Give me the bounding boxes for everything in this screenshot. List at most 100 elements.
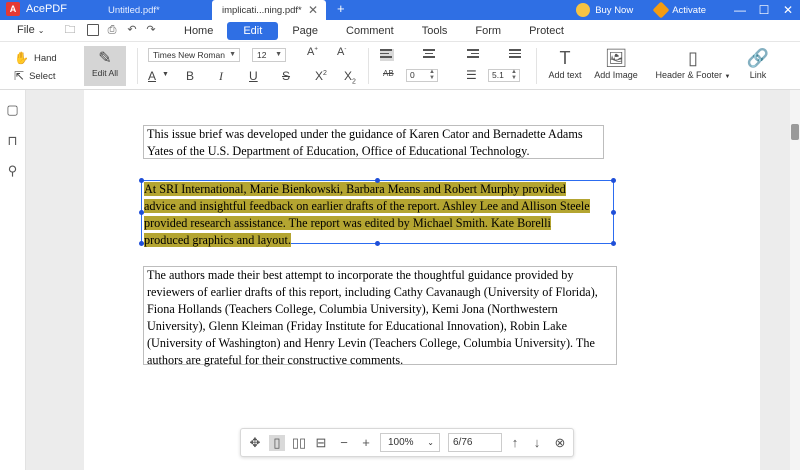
character-spacing-icon: AB — [383, 69, 394, 78]
justify-icon[interactable] — [509, 49, 523, 61]
resize-handle[interactable] — [139, 178, 144, 183]
bold-icon[interactable]: B — [186, 69, 194, 83]
subscript-icon[interactable]: X2 — [344, 69, 356, 85]
file-menu-label: File — [17, 24, 35, 36]
font-family-select[interactable]: Times New Roman ▼ — [148, 48, 240, 62]
cursor-icon: ⇱ — [14, 69, 25, 83]
line-spacing-icon: ☰ — [466, 68, 477, 82]
close-tab-icon[interactable]: ✕ — [308, 3, 318, 17]
save-icon[interactable] — [87, 24, 99, 36]
resize-handle[interactable] — [611, 210, 616, 215]
align-right-icon[interactable] — [467, 49, 481, 61]
page-navigation-bar: ✥ ▯ ▯▯ ⊟ − + 100% ⌄ 6/76 ↑ ↓ ⊗ — [240, 428, 574, 457]
add-image-label: Add Image — [594, 70, 638, 80]
text-block-2-selected[interactable]: At SRI International, Marie Bienkowski, … — [141, 180, 614, 247]
move-icon[interactable]: ✥ — [247, 435, 263, 451]
resize-handle[interactable] — [139, 210, 144, 215]
zoom-in-icon[interactable]: + — [358, 435, 374, 451]
image-icon: 🖼 — [604, 48, 628, 68]
chevron-down-icon: ⌄ — [37, 26, 45, 35]
hand-icon: ✋ — [14, 51, 29, 65]
italic-icon[interactable]: I — [219, 69, 223, 84]
tab-tools[interactable]: Tools — [408, 20, 462, 42]
open-folder-icon[interactable]: 🗀 — [64, 24, 76, 36]
zoom-select[interactable]: 100% ⌄ — [380, 433, 440, 452]
font-size-select[interactable]: 12 ▼ — [252, 48, 286, 62]
buy-now-button[interactable]: Buy Now — [576, 3, 633, 17]
tab-home[interactable]: Home — [170, 20, 227, 42]
tab-comment[interactable]: Comment — [332, 20, 408, 42]
divider — [536, 48, 537, 84]
superscript-icon[interactable]: X2 — [315, 69, 327, 83]
activate-button[interactable]: Activate — [652, 1, 706, 19]
fit-height-icon[interactable]: ⊟ — [313, 435, 329, 451]
resize-handle[interactable] — [375, 241, 380, 246]
document-workarea: This issue brief was developed under the… — [26, 90, 800, 470]
dropdown-icon[interactable]: ▼ — [162, 71, 169, 78]
single-page-icon[interactable]: ▯ — [269, 435, 285, 451]
link-button[interactable]: 🔗 Link — [744, 46, 772, 80]
page-number-input[interactable]: 6/76 — [448, 433, 502, 452]
resize-handle[interactable] — [611, 241, 616, 246]
decrease-font-icon[interactable]: A- — [337, 46, 346, 58]
hand-tool[interactable]: ✋ Hand — [14, 51, 57, 65]
undo-icon[interactable]: ↶ — [126, 24, 138, 36]
close-window-button[interactable]: ✕ — [776, 3, 800, 17]
tab-edit[interactable]: Edit — [227, 22, 279, 40]
vertical-scrollbar[interactable] — [790, 90, 800, 470]
add-image-button[interactable]: 🖼 Add Image — [593, 46, 639, 80]
spinner-icon[interactable]: ▲ ▼ — [429, 69, 435, 81]
file-menu[interactable]: File ⌄ — [17, 24, 45, 36]
search-icon[interactable]: ⚲ — [5, 163, 20, 178]
add-text-button[interactable]: T Add text — [545, 46, 585, 80]
maximize-button[interactable]: ☐ — [752, 3, 776, 17]
paragraph-text: The authors made their best attempt to i… — [147, 268, 598, 367]
font-color-icon[interactable]: A — [148, 69, 156, 83]
tab-implications[interactable]: implicati...ning.pdf* ✕ — [212, 0, 326, 20]
minimize-button[interactable]: — — [728, 3, 752, 17]
header-footer-button[interactable]: ▯ Header & Footer ▼ — [655, 46, 731, 80]
print-icon[interactable]: ⎙ — [106, 24, 118, 36]
text-block-1[interactable]: This issue brief was developed under the… — [143, 125, 604, 159]
line-spacing-input[interactable]: 5.1 ▲ ▼ — [488, 69, 520, 82]
header-footer-label: Header & Footer — [655, 70, 723, 80]
font-family-value: Times New Roman — [153, 50, 225, 60]
next-page-icon[interactable]: ↓ — [529, 435, 545, 451]
previous-page-icon[interactable]: ↑ — [507, 435, 523, 451]
tab-page[interactable]: Page — [278, 20, 332, 42]
edit-all-button[interactable]: ✎ Edit All — [84, 46, 126, 86]
edit-all-label: Edit All — [92, 68, 118, 78]
tab-untitled[interactable]: Untitled.pdf* — [98, 0, 210, 20]
app-logo-icon: A — [6, 2, 20, 16]
hand-label: Hand — [33, 52, 57, 64]
increase-font-icon[interactable]: A+ — [307, 46, 318, 58]
app-name: AcePDF — [26, 3, 67, 15]
underline-icon[interactable]: U — [249, 69, 258, 83]
resize-handle[interactable] — [139, 241, 144, 246]
character-spacing-input[interactable]: 0 ▲ ▼ — [406, 69, 438, 82]
thumbnails-icon[interactable]: ▢ — [5, 102, 20, 117]
text-block-3[interactable]: The authors made their best attempt to i… — [143, 266, 617, 367]
close-bar-icon[interactable]: ⊗ — [552, 435, 568, 451]
resize-handle[interactable] — [611, 178, 616, 183]
scrollbar-thumb[interactable] — [791, 124, 799, 140]
zoom-out-icon[interactable]: − — [336, 435, 352, 451]
new-tab-button[interactable]: + — [337, 1, 345, 16]
tab-form[interactable]: Form — [461, 20, 515, 42]
align-left-icon[interactable] — [380, 49, 394, 61]
redo-icon[interactable]: ↷ — [145, 24, 157, 36]
divider — [137, 48, 138, 84]
bookmark-icon[interactable]: ⊓ — [5, 133, 20, 148]
dropdown-icon: ▼ — [275, 51, 282, 58]
select-tool[interactable]: ⇱ Select — [14, 69, 55, 83]
align-center-icon[interactable] — [423, 49, 437, 61]
divider — [368, 48, 369, 84]
tab-label: Untitled.pdf* — [108, 4, 160, 16]
two-page-icon[interactable]: ▯▯ — [291, 435, 307, 451]
paragraph-text: This issue brief was developed under the… — [147, 127, 583, 158]
tab-protect[interactable]: Protect — [515, 20, 578, 42]
spinner-icon[interactable]: ▲ ▼ — [511, 69, 517, 81]
character-spacing-value: 0 — [410, 70, 415, 80]
strikethrough-icon[interactable]: S — [282, 69, 290, 83]
resize-handle[interactable] — [375, 178, 380, 183]
